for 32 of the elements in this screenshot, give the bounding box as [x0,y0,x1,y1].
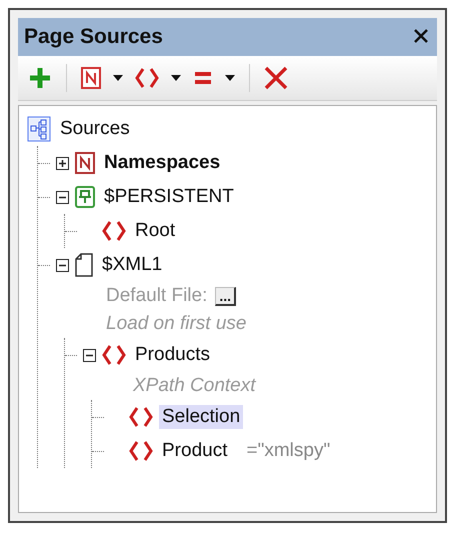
document-icon [75,253,93,277]
element-button[interactable] [133,65,161,91]
tree-item-label[interactable]: Namespaces [101,151,224,175]
delete-button[interactable] [262,64,290,92]
field-label: Default File: [106,285,208,307]
braces-icon [129,406,153,428]
browse-button[interactable]: ... [215,286,236,306]
tree-item-label[interactable]: $XML1 [99,253,166,277]
hint-text: XPath Context [133,375,256,397]
panel-title: Page Sources [24,25,163,49]
tree-item-label[interactable]: Sources [57,117,133,141]
hint-text: Load on first use [106,313,246,335]
braces-icon [102,220,126,242]
collapse-toggle[interactable] [56,258,69,272]
dropdown-caret[interactable] [223,73,237,83]
collapse-toggle[interactable] [56,190,69,204]
tree-item-label[interactable]: $PERSISTENT [101,185,237,209]
namespace-button[interactable] [79,65,103,91]
tree-item-label[interactable]: Products [132,343,213,367]
tree-item-label[interactable]: Product [159,439,230,463]
namespace-icon [75,152,95,174]
pushpin-icon [75,186,95,208]
dropdown-caret[interactable] [169,73,183,83]
expand-toggle[interactable] [56,156,69,170]
dropdown-caret[interactable] [111,73,125,83]
tree-item-label[interactable]: Root [132,219,178,243]
sources-tree-icon [27,116,51,142]
braces-icon [102,344,126,366]
attribute-value: ="xmlspy" [246,440,330,462]
collapse-toggle[interactable] [83,348,96,362]
tree-item-label[interactable]: Selection [159,405,244,429]
braces-icon [129,440,153,462]
